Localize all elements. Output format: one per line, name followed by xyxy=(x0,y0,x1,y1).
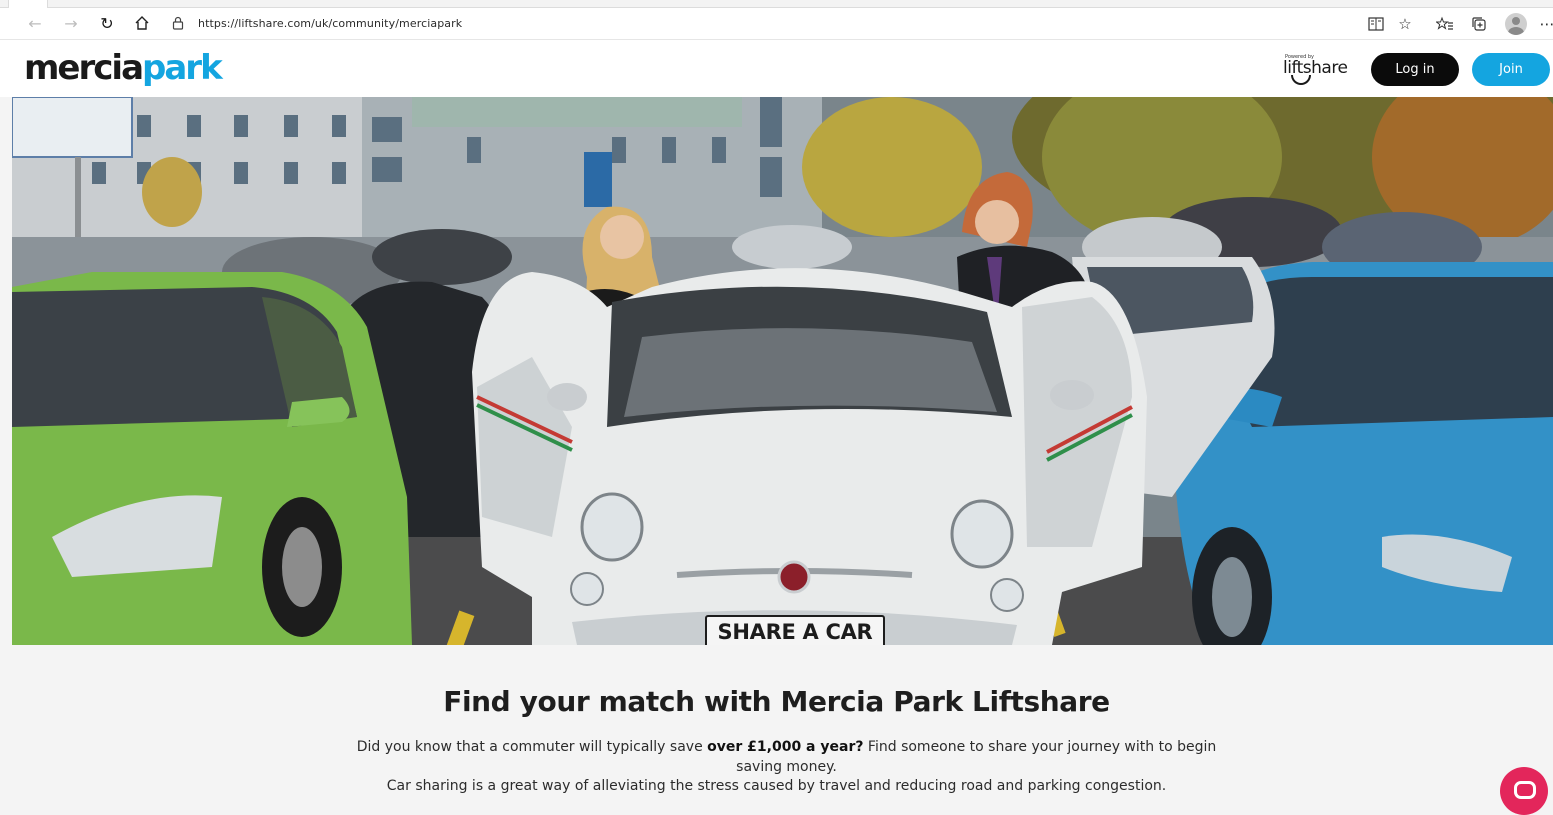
intro-paragraph: Did you know that a commuter will typica… xyxy=(340,737,1233,777)
site-header: merciapark Powered by liftshare Log in J… xyxy=(0,40,1553,97)
home-icon[interactable] xyxy=(131,12,153,34)
login-button[interactable]: Log in xyxy=(1371,53,1459,86)
chat-icon xyxy=(1514,781,1536,799)
intro-section: Find your match with Mercia Park Liftsha… xyxy=(0,645,1553,815)
browser-toolbar: ← → ↻ https://liftshare.com/uk/community… xyxy=(0,0,1553,40)
profile-icon[interactable] xyxy=(1505,13,1527,35)
intro-text-start: Did you know that a commuter will typica… xyxy=(356,739,708,755)
chat-widget-button[interactable] xyxy=(1500,767,1548,815)
address-bar[interactable]: https://liftshare.com/uk/community/merci… xyxy=(168,11,1348,35)
intro-second-line: Car sharing is a great way of alleviatin… xyxy=(386,778,1167,794)
intro-highlight: over £1,000 a year? xyxy=(707,739,864,755)
favorites-icon[interactable] xyxy=(1433,12,1457,36)
hero-image: SHARE A CAR xyxy=(12,97,1553,645)
more-icon[interactable]: ⋯ xyxy=(1535,12,1553,36)
tab-strip xyxy=(0,0,1553,8)
collections-icon[interactable] xyxy=(1467,12,1491,36)
mercia-park-logo[interactable]: merciapark xyxy=(24,48,223,88)
url-text[interactable]: https://liftshare.com/uk/community/merci… xyxy=(198,17,462,30)
logo-text-park: park xyxy=(142,48,223,88)
lock-icon[interactable] xyxy=(168,13,188,33)
liftshare-logo[interactable]: Powered by liftshare xyxy=(1283,52,1349,88)
page-title: Find your match with Mercia Park Liftsha… xyxy=(443,685,1110,718)
refresh-icon[interactable]: ↻ xyxy=(96,12,118,34)
back-icon[interactable]: ← xyxy=(24,12,46,34)
logo-text-mercia: mercia xyxy=(24,48,144,88)
active-tab[interactable] xyxy=(8,0,48,8)
share-a-car-plate: SHARE A CAR xyxy=(705,615,885,645)
liftshare-smile-icon xyxy=(1291,75,1311,85)
join-button[interactable]: Join xyxy=(1472,53,1550,86)
reader-view-icon[interactable] xyxy=(1364,12,1388,36)
forward-icon[interactable]: → xyxy=(60,12,82,34)
add-favorite-icon[interactable]: ☆ xyxy=(1393,12,1417,36)
